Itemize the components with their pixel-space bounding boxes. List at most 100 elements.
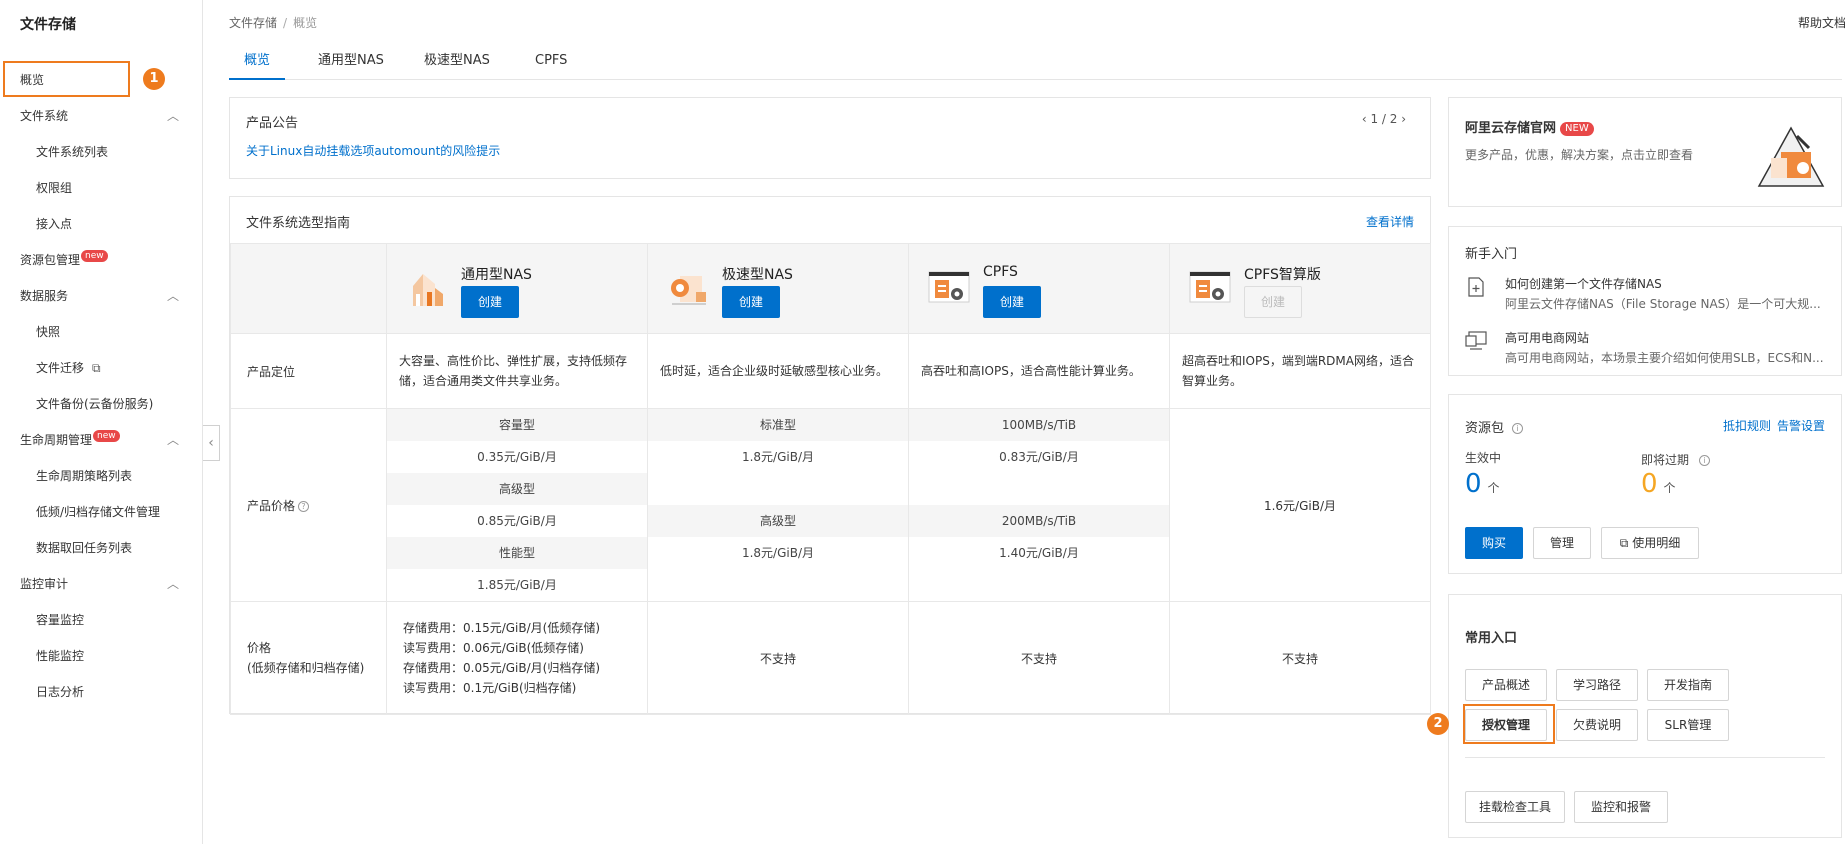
product-header-cpfs-ai: CPFS智算版 创建 xyxy=(1169,243,1431,334)
sidebar-item-capacity-monitor[interactable]: 容量监控 xyxy=(0,602,203,638)
sidebar-item-retrieval-tasks[interactable]: 数据取回任务列表 xyxy=(0,530,203,566)
create-cpfs-ai-button[interactable]: 创建 xyxy=(1244,286,1302,318)
price-spacer xyxy=(909,473,1169,505)
price-general-nas: 容量型 0.35元/GiB/月 高级型 0.85元/GiB/月 性能型 1.85… xyxy=(386,408,648,602)
price-tier: 高级型 xyxy=(648,505,908,537)
sidebar-group-monitoring[interactable]: 监控审计 ︿ xyxy=(0,566,203,602)
highlight-box-authorization xyxy=(1463,704,1555,744)
price-tier: 高级型 xyxy=(387,473,647,505)
usage-detail-button[interactable]: ⧉ 使用明细 xyxy=(1601,527,1699,559)
starter-item-first-nas[interactable]: 如何创建第一个文件存储NAS 阿里云文件存储NAS（File Storage N… xyxy=(1465,273,1825,317)
price-value: 0.85元/GiB/月 xyxy=(477,514,557,528)
external-link-icon: ⧉ xyxy=(92,361,101,375)
chevron-up-icon: ︿ xyxy=(166,109,179,123)
sidebar-item-archive-files[interactable]: 低频/归档存储文件管理 xyxy=(0,494,203,530)
position-cpfs: 高吞吐和高IOPS，适合高性能计算业务。 xyxy=(908,333,1170,409)
price-spacer xyxy=(909,569,1169,601)
price-value: 1.8元/GiB/月 xyxy=(741,450,815,464)
sidebar-group-data-service[interactable]: 数据服务 ︿ xyxy=(0,278,203,314)
help-circle-icon[interactable]: ? xyxy=(298,500,310,512)
selection-guide-card: 文件系统选型指南 查看详情 通用型NAS 创建 极速型NAS 创建 CPFS 创… xyxy=(229,196,1431,715)
tab-extreme-nas[interactable]: 极速型NAS xyxy=(409,50,505,80)
doc-plus-icon xyxy=(1468,277,1484,297)
sidebar-item-snapshot[interactable]: 快照 xyxy=(0,314,203,350)
sidebar-item-file-system-list[interactable]: 文件系统列表 xyxy=(0,134,203,170)
price-tier: 标准型 xyxy=(648,409,908,441)
tab-bar: 概览 通用型NAS 极速型NAS CPFS xyxy=(229,50,1842,80)
expiring-label: 即将过期 xyxy=(1641,453,1690,467)
sidebar-item-resource-package[interactable]: 资源包管理 new xyxy=(0,242,203,278)
product-name: CPFS xyxy=(983,264,1018,280)
sidebar-group-file-system[interactable]: 文件系统 ︿ xyxy=(0,98,203,134)
sidebar-item-performance-monitor[interactable]: 性能监控 xyxy=(0,638,203,674)
learning-path-button[interactable]: 学习路径 xyxy=(1556,669,1638,701)
notice-link[interactable]: 关于Linux自动挂载选项automount的风险提示 xyxy=(246,142,500,159)
price-value: 0.35元/GiB/月 xyxy=(477,450,557,464)
create-cpfs-button[interactable]: 创建 xyxy=(983,286,1041,318)
storage-illustration-icon xyxy=(1757,126,1825,187)
cpfs-ai-icon xyxy=(1189,271,1231,303)
notice-label: 产品公告 xyxy=(246,116,299,131)
position-cpfs-ai: 超高吞吐和IOPS，端到端RDMA网络，适合智算业务。 xyxy=(1169,333,1431,409)
cpfs-icon xyxy=(928,271,970,303)
tab-general-nas[interactable]: 通用型NAS xyxy=(303,50,399,80)
price-spacer xyxy=(648,473,908,505)
price-spacer xyxy=(648,569,908,601)
table-header-empty xyxy=(230,243,387,334)
tab-overview[interactable]: 概览 xyxy=(229,50,286,80)
new-badge: NEW xyxy=(1560,122,1594,136)
sidebar: 文件存储 概览 文件系统 ︿ 文件系统列表 权限组 接入点 资源包管理 new 数据… xyxy=(0,0,203,844)
sidebar-item-access-point[interactable]: 接入点 xyxy=(0,206,203,242)
divider xyxy=(1465,757,1825,758)
sidebar-item-file-backup[interactable]: 文件备份(云备份服务) xyxy=(0,386,203,422)
breadcrumb-root[interactable]: 文件存储 xyxy=(229,16,277,30)
chevron-up-icon: ︿ xyxy=(166,577,179,591)
create-general-nas-button[interactable]: 创建 xyxy=(461,286,519,318)
tab-cpfs[interactable]: CPFS xyxy=(520,50,582,80)
promo-card[interactable]: 阿里云存储官网 NEW 更多产品，优惠，解决方案，点击立即查看 xyxy=(1448,97,1842,207)
starter-item-desc: 阿里云文件存储NAS（File Storage NAS）是一个可大规... xyxy=(1505,297,1821,311)
price-value: 1.40元/GiB/月 xyxy=(999,546,1079,560)
comparison-table: 通用型NAS 创建 极速型NAS 创建 CPFS 创建 CPFS智算版 创建 产… xyxy=(230,243,1431,715)
buy-button[interactable]: 购买 xyxy=(1465,527,1523,559)
starter-item-ecommerce[interactable]: 高可用电商网站 高可用电商网站，本场景主要介绍如何使用SLB，ECS和N... xyxy=(1465,327,1825,371)
slr-manage-button[interactable]: SLR管理 xyxy=(1647,709,1729,741)
product-name: 极速型NAS xyxy=(722,267,793,283)
step-marker-1: 1 xyxy=(143,68,165,90)
sidebar-group-lifecycle[interactable]: 生命周期管理 new ︿ xyxy=(0,422,203,458)
archive-price-extreme-nas: 不支持 xyxy=(647,601,909,715)
arrears-info-button[interactable]: 欠费说明 xyxy=(1556,709,1638,741)
breadcrumb: 文件存储 / 概览 xyxy=(229,16,318,30)
info-icon[interactable]: i xyxy=(1699,455,1711,466)
manage-button[interactable]: 管理 xyxy=(1533,527,1591,559)
monitor-alert-button[interactable]: 监控和报警 xyxy=(1574,791,1668,823)
archive-price-cpfs-ai: 不支持 xyxy=(1169,601,1431,715)
sidebar-item-lifecycle-policy[interactable]: 生命周期策略列表 xyxy=(0,458,203,494)
product-name: 通用型NAS xyxy=(461,267,532,283)
resource-package-card: 资源包 i 抵扣规则 告警设置 生效中 0个 即将过期 i 0个 购买 管理 ⧉ 使用… xyxy=(1448,394,1842,574)
alert-settings-link[interactable]: 告警设置 xyxy=(1777,417,1825,434)
starter-item-title: 高可用电商网站 xyxy=(1505,331,1590,345)
mount-check-tool-button[interactable]: 挂载检查工具 xyxy=(1465,791,1565,823)
getting-started-card: 新手入门 如何创建第一个文件存储NAS 阿里云文件存储NAS（File Stor… xyxy=(1448,226,1842,376)
row-label-position: 产品定位 xyxy=(230,333,387,409)
sidebar-item-permission-group[interactable]: 权限组 xyxy=(0,170,203,206)
price-tier: 性能型 xyxy=(387,537,647,569)
sidebar-nav: 概览 文件系统 ︿ 文件系统列表 权限组 接入点 资源包管理 new 数据服务 ︿ 快… xyxy=(0,62,203,710)
breadcrumb-current: 概览 xyxy=(293,16,318,30)
help-docs-link[interactable]: 帮助文档 xyxy=(1798,14,1846,31)
position-extreme-nas: 低时延，适合企业级时延敏感型核心业务。 xyxy=(647,333,909,409)
info-icon[interactable]: i xyxy=(1512,423,1524,434)
price-tier: 200MB/s/TiB xyxy=(909,505,1169,537)
create-extreme-nas-button[interactable]: 创建 xyxy=(722,286,780,318)
deduction-rules-link[interactable]: 抵扣规则 xyxy=(1723,417,1771,434)
notice-pager[interactable]: ‹ 1 / 2 › xyxy=(1362,112,1406,126)
guide-more-link[interactable]: 查看详情 xyxy=(1366,213,1414,230)
expiring-count: 0 xyxy=(1641,469,1658,499)
archive-price-general-nas: 存储费用：0.15元/GiB/月(低频存储) 读写费用：0.06元/GiB(低频… xyxy=(386,601,648,715)
sidebar-item-log-analysis[interactable]: 日志分析 xyxy=(0,674,203,710)
dev-guide-button[interactable]: 开发指南 xyxy=(1647,669,1729,701)
product-overview-button[interactable]: 产品概述 xyxy=(1465,669,1547,701)
external-link-icon: ⧉ xyxy=(1619,536,1629,550)
sidebar-item-file-migration[interactable]: 文件迁移 ⧉ xyxy=(0,350,203,386)
